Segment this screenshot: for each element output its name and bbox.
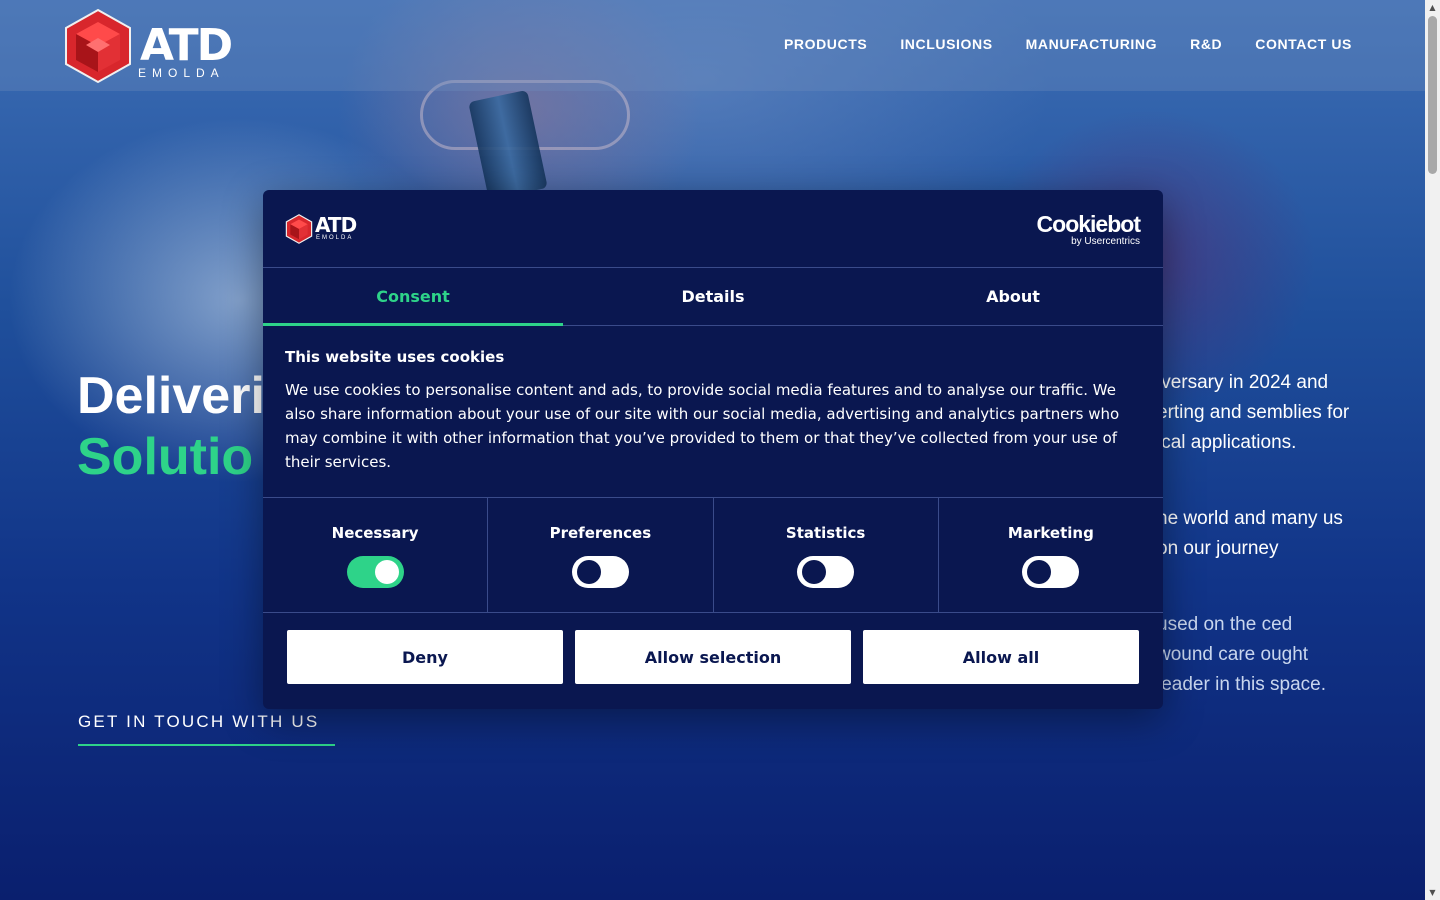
allow-selection-button[interactable]: Allow selection (575, 630, 851, 684)
site-header: ATD EMOLDA PRODUCTS INCLUSIONS MANUFACTU… (0, 0, 1425, 91)
deny-button[interactable]: Deny (287, 630, 563, 684)
toggle-knob (374, 560, 399, 584)
hero-paragraph-2: he world and many us on our journey (1157, 508, 1343, 559)
toggle-knob (802, 560, 827, 584)
hero-paragraph-1: iversary in 2024 and erting and semblies… (1157, 372, 1350, 453)
toggle-cell-statistics: Statistics (714, 498, 939, 612)
scroll-down-arrow-icon[interactable]: ▼ (1425, 885, 1440, 900)
cookiebot-wordmark: Cookiebot (1036, 211, 1141, 237)
toggle-cell-necessary: Necessary (263, 498, 489, 612)
dialog-description: We use cookies to personalise content an… (285, 381, 1120, 471)
cookiebot-byline: by Usercentrics (1071, 236, 1140, 247)
nav-inclusions[interactable]: INCLUSIONS (900, 36, 992, 52)
toggle-cell-preferences: Preferences (488, 498, 714, 612)
page-scrollbar[interactable]: ▲ ▼ (1425, 0, 1440, 900)
necessary-toggle[interactable] (346, 556, 404, 588)
logo-wordmark: ATD (140, 20, 233, 71)
toggle-knob (1027, 560, 1052, 584)
allow-all-button[interactable]: Allow all (863, 630, 1139, 684)
cookie-consent-dialog: ATD EMOLDA Cookiebot by Usercentrics Con… (263, 190, 1163, 709)
consent-toggles: Necessary Preferences Statistics Marketi… (263, 498, 1163, 613)
dialog-body: This website uses cookies We use cookies… (263, 326, 1163, 498)
nav-rnd[interactable]: R&D (1190, 36, 1222, 52)
logo-subtitle: EMOLDA (138, 66, 225, 80)
site-logo[interactable]: ATD EMOLDA (64, 8, 234, 84)
hero-title-line1: Deliveri (77, 367, 265, 425)
hero-title-line2: Solutio (77, 428, 254, 486)
preferences-toggle[interactable] (571, 556, 629, 588)
statistics-toggle[interactable] (797, 556, 855, 588)
scrollbar-thumb[interactable] (1428, 16, 1437, 174)
nav-products[interactable]: PRODUCTS (784, 36, 867, 52)
nav-contact-us[interactable]: CONTACT US (1255, 36, 1352, 52)
scroll-up-arrow-icon[interactable]: ▲ (1425, 0, 1440, 15)
toggle-label-preferences: Preferences (549, 524, 652, 542)
toggle-label-marketing: Marketing (1007, 524, 1094, 542)
marketing-toggle[interactable] (1022, 556, 1080, 588)
toggle-knob (576, 560, 601, 584)
get-in-touch-link[interactable]: GET IN TOUCH WITH US (78, 712, 335, 746)
dialog-logo-wordmark: ATD (315, 213, 357, 237)
dialog-tabs: Consent Details About (263, 268, 1163, 326)
toggle-label-necessary: Necessary (331, 524, 419, 542)
logo-cube-icon (65, 8, 131, 84)
dialog-actions: Deny Allow selection Allow all (263, 613, 1163, 684)
tab-about[interactable]: About (863, 268, 1163, 325)
toggle-cell-marketing: Marketing (939, 498, 1163, 612)
dialog-logo-cube-icon (285, 214, 313, 244)
cookiebot-logo[interactable]: Cookiebot by Usercentrics (1036, 211, 1141, 248)
dialog-heading: This website uses cookies (285, 348, 505, 366)
toggle-label-statistics: Statistics (785, 524, 866, 542)
dialog-header: ATD EMOLDA Cookiebot by Usercentrics (263, 190, 1163, 268)
main-nav: PRODUCTS INCLUSIONS MANUFACTURING R&D CO… (751, 36, 1352, 52)
nav-manufacturing[interactable]: MANUFACTURING (1026, 36, 1157, 52)
tab-consent[interactable]: Consent (263, 268, 563, 326)
dialog-logo: ATD EMOLDA (285, 213, 357, 244)
hero-title: Deliveri Solutio (77, 366, 265, 488)
dialog-logo-subtitle: EMOLDA (316, 235, 354, 241)
tab-details[interactable]: Details (563, 268, 863, 325)
